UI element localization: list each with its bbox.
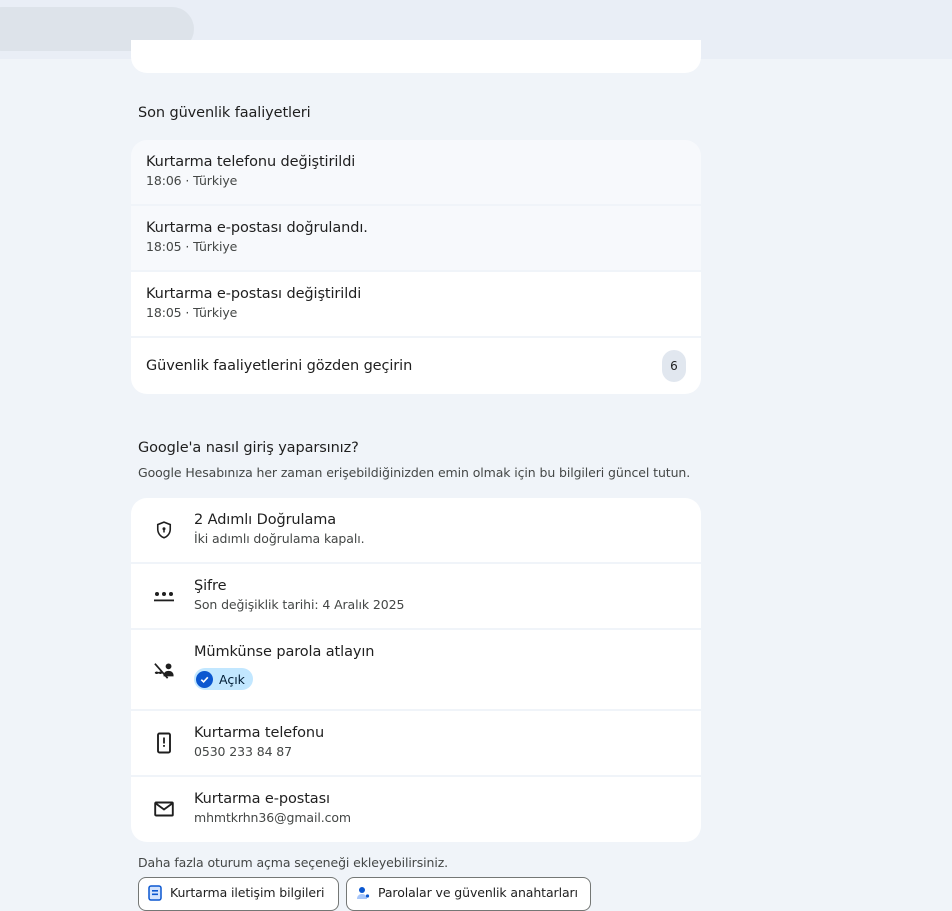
activity-item-subtitle: 18:05 · Türkiye (146, 239, 238, 254)
signin-item-title: 2 Adımlı Doğrulama (194, 512, 337, 528)
signin-section-title: Google'a nasıl giriş yaparsınız? (138, 440, 359, 456)
signin-item-subtitle: mhmtkrhn36@gmail.com (194, 810, 351, 825)
signin-item-2sv[interactable]: 2 Adımlı Doğrulama İki adımlı doğrulama … (131, 498, 701, 564)
signin-section-subtitle: Google Hesabınıza her zaman erişebildiği… (138, 465, 691, 480)
review-activity-link[interactable]: Güvenlik faaliyetlerini gözden geçirin 6 (131, 338, 701, 394)
activity-item-title: Kurtarma e-postası değiştirildi (146, 286, 362, 302)
signin-item-password[interactable]: Şifre Son değişiklik tarihi: 4 Aralık 20… (131, 564, 701, 630)
activity-card: Kurtarma telefonu değiştirildi 18:06 · T… (131, 140, 701, 394)
signin-item-title: Mümkünse parola atlayın (194, 644, 375, 660)
shield-lock-icon (153, 519, 175, 541)
activity-item[interactable]: Kurtarma e-postası doğrulandı. 18:05 · T… (131, 206, 701, 272)
recovery-contact-button-label: Kurtarma iletişim bilgileri (170, 885, 325, 900)
signin-item-subtitle: Son değişiklik tarihi: 4 Aralık 2025 (194, 597, 405, 612)
activity-item-title: Kurtarma e-postası doğrulandı. (146, 220, 368, 236)
passkey-skip-icon (153, 659, 175, 681)
status-chip-label: Açık (219, 671, 245, 687)
signin-item-recovery-email[interactable]: Kurtarma e-postası mhmtkrhn36@gmail.com (131, 777, 701, 842)
password-dots-icon (153, 585, 175, 607)
mail-icon (153, 798, 175, 820)
activity-count-badge: 6 (662, 350, 686, 382)
signin-item-skip-password[interactable]: Mümkünse parola atlayın Açık (131, 630, 701, 711)
signin-item-title: Şifre (194, 578, 227, 594)
recovery-contact-button[interactable]: Kurtarma iletişim bilgileri (138, 877, 339, 911)
signin-item-subtitle: İki adımlı doğrulama kapalı. (194, 531, 365, 546)
check-circle-icon (196, 670, 213, 688)
passkeys-button-label: Parolalar ve güvenlik anahtarları (378, 885, 578, 900)
activity-item-subtitle: 18:06 · Türkiye (146, 173, 238, 188)
activity-item-title: Kurtarma telefonu değiştirildi (146, 154, 356, 170)
phone-icon (153, 732, 175, 754)
signin-item-title: Kurtarma e-postası (194, 791, 330, 807)
signin-item-recovery-phone[interactable]: Kurtarma telefonu 0530 233 84 87 (131, 711, 701, 777)
review-activity-label: Güvenlik faaliyetlerini gözden geçirin (146, 358, 413, 374)
more-options-text: Daha fazla oturum açma seçeneği ekleyebi… (138, 855, 449, 870)
activity-item-subtitle: 18:05 · Türkiye (146, 305, 238, 320)
signin-item-subtitle: 0530 233 84 87 (194, 744, 293, 759)
signin-item-title: Kurtarma telefonu (194, 725, 325, 741)
passkeys-button[interactable]: Parolalar ve güvenlik anahtarları (346, 877, 591, 911)
activity-section-title: Son güvenlik faaliyetleri (138, 105, 311, 121)
previous-card-bottom (131, 40, 701, 73)
activity-item[interactable]: Kurtarma telefonu değiştirildi 18:06 · T… (131, 140, 701, 206)
activity-item[interactable]: Kurtarma e-postası değiştirildi 18:05 · … (131, 272, 701, 338)
status-chip-on: Açık (194, 668, 253, 690)
signin-card: 2 Adımlı Doğrulama İki adımlı doğrulama … (131, 498, 701, 842)
